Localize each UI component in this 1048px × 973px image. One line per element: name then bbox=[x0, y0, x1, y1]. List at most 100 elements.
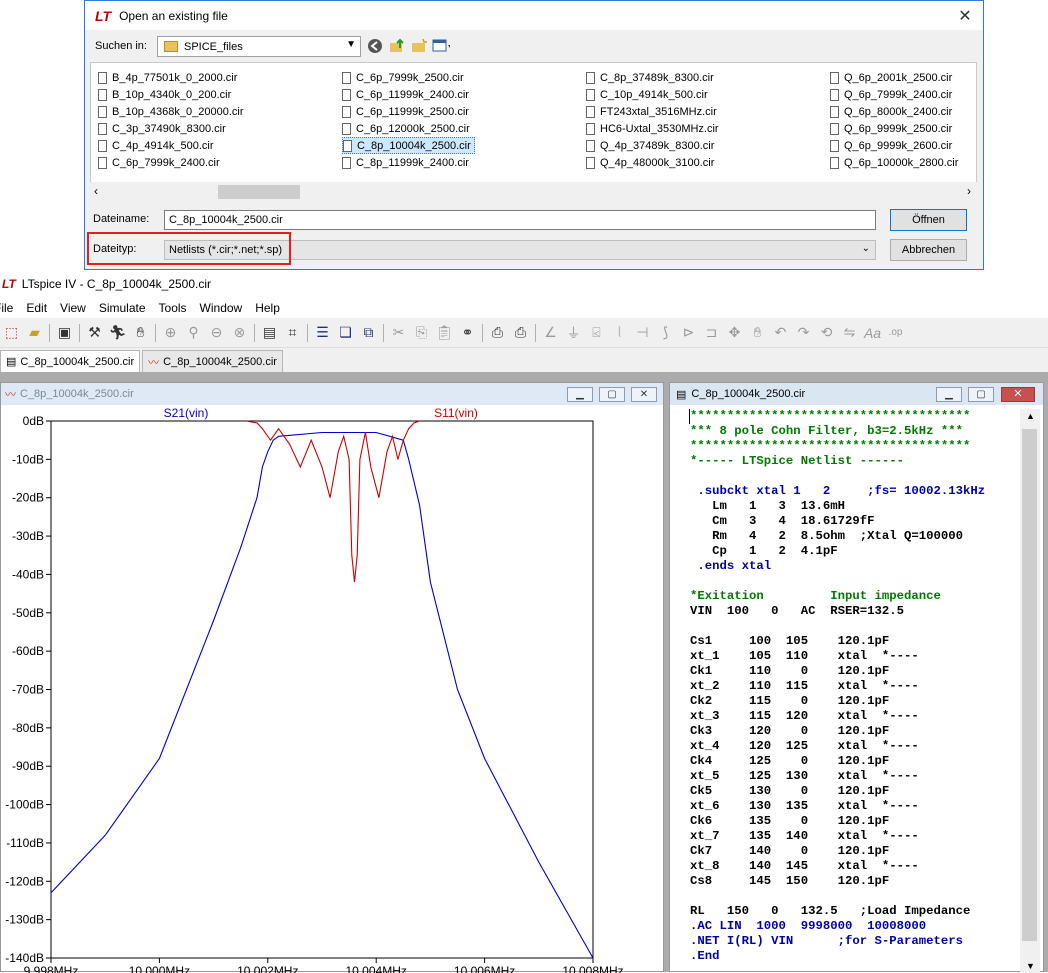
minimize-button[interactable]: ▁ bbox=[936, 387, 962, 402]
menu-view[interactable]: View bbox=[60, 301, 86, 315]
menu-tools[interactable]: Tools bbox=[159, 301, 187, 315]
find-icon[interactable]: ⚭ bbox=[456, 324, 479, 341]
y-tick-label: -100dB bbox=[5, 798, 44, 812]
close-icon[interactable]: ✕ bbox=[955, 6, 975, 26]
look-in-select[interactable]: SPICE_files ▼ bbox=[157, 36, 361, 57]
paste-icon[interactable]: 📋︎ bbox=[433, 324, 456, 341]
file-item[interactable]: C_6p_7999k_2500.cir bbox=[342, 69, 475, 86]
file-item[interactable]: Q_4p_37489k_8300.cir bbox=[586, 137, 722, 154]
component-icon[interactable]: ⊐ bbox=[700, 324, 723, 341]
copy-icon[interactable]: ⎘ bbox=[410, 324, 433, 341]
tab-plot[interactable]: 〰 C_8p_10004k_2500.cir bbox=[142, 350, 283, 372]
file-list[interactable]: B_4p_77501k_0_2000.cir B_10p_4340k_0_200.… bbox=[90, 62, 977, 184]
file-item[interactable]: Q_6p_9999k_2600.cir bbox=[830, 137, 961, 154]
file-item[interactable]: B_10p_4368k_0_20000.cir bbox=[98, 103, 247, 120]
new-folder-icon[interactable] bbox=[410, 37, 428, 55]
control-panel-icon[interactable]: ⚒ bbox=[83, 324, 106, 341]
ground-icon[interactable]: ⏚ bbox=[562, 323, 585, 343]
minimize-button[interactable]: ▁ bbox=[567, 387, 593, 402]
label-icon[interactable]: ⍃ bbox=[585, 324, 608, 341]
cascade-icon[interactable]: ❏ bbox=[334, 324, 357, 341]
wire-icon[interactable]: ∠ bbox=[539, 324, 562, 341]
file-item[interactable]: B_10p_4340k_0_200.cir bbox=[98, 86, 247, 103]
close-windows-icon[interactable]: ⧉ bbox=[357, 324, 380, 341]
file-item[interactable]: C_6p_11999k_2500.cir bbox=[342, 103, 475, 120]
menu-help[interactable]: Help bbox=[255, 301, 280, 315]
drag-icon[interactable]: ✋︎ bbox=[746, 324, 769, 341]
maximize-button[interactable]: ▢ bbox=[599, 387, 625, 402]
tile-horizontal-icon[interactable]: ☰ bbox=[311, 324, 334, 341]
spice-directive-icon[interactable]: .op bbox=[884, 327, 907, 338]
view-menu-icon[interactable] bbox=[432, 37, 450, 55]
close-button[interactable]: ✕ bbox=[631, 387, 657, 402]
save-icon[interactable]: ▣ bbox=[53, 324, 76, 341]
horizontal-scrollbar[interactable]: ‹ › bbox=[90, 182, 977, 202]
file-item[interactable]: C_10p_4914k_500.cir bbox=[586, 86, 722, 103]
menu-file[interactable]: File bbox=[0, 301, 13, 315]
new-schematic-icon[interactable]: ⬚ bbox=[0, 324, 23, 341]
pan-icon[interactable]: ⚲ bbox=[182, 324, 205, 341]
capacitor-icon[interactable]: ⊣ bbox=[631, 324, 654, 341]
file-item[interactable]: B_4p_77501k_0_2000.cir bbox=[98, 69, 247, 86]
waveform-icon: 〰 bbox=[148, 356, 160, 369]
print-setup-icon[interactable]: ⎙ bbox=[486, 324, 509, 341]
file-item[interactable]: C_3p_37490k_8300.cir bbox=[98, 120, 247, 137]
netlist-line: xt_3 115 120 xtal *---- bbox=[690, 709, 919, 723]
print-icon[interactable]: ⎙ bbox=[509, 324, 532, 341]
inductor-icon[interactable]: ⟆ bbox=[654, 324, 677, 341]
netlist-editor[interactable]: ************************************** **… bbox=[690, 409, 1020, 973]
file-item[interactable]: HC6-Uxtal_3530MHz.cir bbox=[586, 120, 722, 137]
menu-simulate[interactable]: Simulate bbox=[99, 301, 146, 315]
file-icon bbox=[830, 122, 839, 135]
file-item[interactable]: Q_6p_9999k_2500.cir bbox=[830, 120, 961, 137]
redo-icon[interactable]: ↷ bbox=[792, 324, 815, 341]
scroll-thumb[interactable] bbox=[1022, 429, 1037, 941]
scroll-right-icon[interactable]: › bbox=[967, 184, 971, 198]
file-item[interactable]: FT243xtal_3516MHz.cir bbox=[586, 103, 722, 120]
file-item[interactable]: Q_6p_8000k_2400.cir bbox=[830, 103, 961, 120]
zoom-in-icon[interactable]: ⊕ bbox=[159, 324, 182, 341]
up-folder-icon[interactable] bbox=[388, 37, 406, 55]
open-icon[interactable]: ▰ bbox=[23, 324, 46, 341]
rotate-icon[interactable]: ⟲ bbox=[815, 324, 838, 341]
file-item[interactable]: C_6p_7999k_2400.cir bbox=[98, 154, 247, 171]
menu-window[interactable]: Window bbox=[200, 301, 243, 315]
scroll-down-icon[interactable]: ▼ bbox=[1026, 961, 1035, 971]
scroll-thumb[interactable] bbox=[218, 185, 300, 199]
file-icon bbox=[830, 88, 839, 101]
back-icon[interactable] bbox=[366, 37, 384, 55]
file-item[interactable]: C_4p_4914k_500.cir bbox=[98, 137, 247, 154]
zoom-fit-icon[interactable]: ⊗ bbox=[228, 324, 251, 341]
maximize-button[interactable]: ▢ bbox=[968, 387, 994, 402]
file-item[interactable]: C_8p_10004k_2500.cir bbox=[342, 137, 475, 154]
file-item[interactable]: C_8p_11999k_2400.cir bbox=[342, 154, 475, 171]
open-button[interactable]: Öffnen bbox=[890, 209, 967, 231]
run-icon[interactable]: 🏃︎ bbox=[106, 324, 129, 341]
file-item[interactable]: Q_6p_10000k_2800.cir bbox=[830, 154, 961, 171]
filename-input[interactable]: C_8p_10004k_2500.cir bbox=[164, 210, 876, 230]
file-item[interactable]: Q_6p_2001k_2500.cir bbox=[830, 69, 961, 86]
file-item[interactable]: C_8p_37489k_8300.cir bbox=[586, 69, 722, 86]
menu-edit[interactable]: Edit bbox=[26, 301, 47, 315]
zoom-out-icon[interactable]: ⊖ bbox=[205, 324, 228, 341]
file-name: C_6p_11999k_2400.cir bbox=[356, 88, 469, 101]
mirror-icon[interactable]: ⇋ bbox=[838, 324, 861, 341]
undo-icon[interactable]: ↶ bbox=[769, 324, 792, 341]
file-item[interactable]: C_6p_12000k_2500.cir bbox=[342, 120, 475, 137]
close-button[interactable]: ✕ bbox=[1001, 387, 1035, 402]
tab-netlist[interactable]: ▤ C_8p_10004k_2500.cir bbox=[0, 350, 141, 372]
scroll-left-icon[interactable]: ‹ bbox=[94, 184, 98, 198]
file-item[interactable]: Q_4p_48000k_3100.cir bbox=[586, 154, 722, 171]
resistor-icon[interactable]: ⦚ bbox=[608, 324, 631, 341]
halt-icon[interactable]: ✋︎ bbox=[129, 324, 152, 341]
autorange-icon[interactable]: ▤ bbox=[258, 324, 281, 341]
scroll-up-icon[interactable]: ▲ bbox=[1026, 411, 1035, 421]
diode-icon[interactable]: ⊳ bbox=[677, 324, 700, 341]
file-item[interactable]: Q_6p_7999k_2400.cir bbox=[830, 86, 961, 103]
text-icon[interactable]: Aa bbox=[861, 325, 884, 341]
cursor-icon[interactable]: ⌗ bbox=[281, 324, 304, 341]
move-icon[interactable]: ✥ bbox=[723, 324, 746, 341]
cut-icon[interactable]: ✂ bbox=[387, 324, 410, 341]
cancel-button[interactable]: Abbrechen bbox=[890, 239, 967, 261]
file-item[interactable]: C_6p_11999k_2400.cir bbox=[342, 86, 475, 103]
